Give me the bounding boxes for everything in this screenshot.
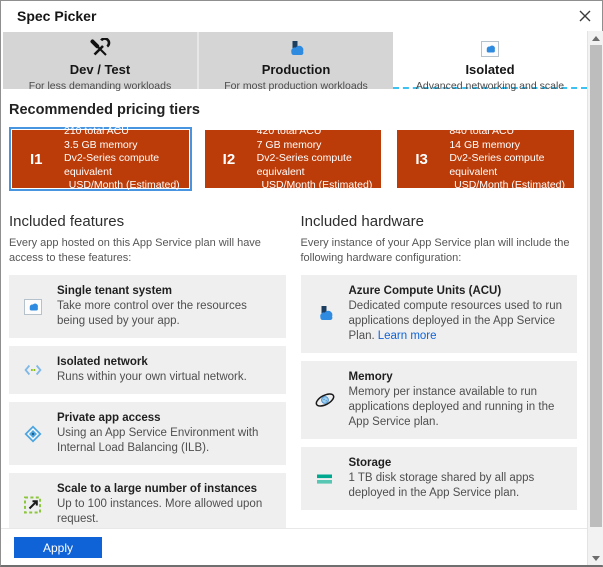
pricing-tiers-heading: Recommended pricing tiers [9, 102, 200, 118]
hardware-intro: Every instance of your App Service plan … [300, 237, 570, 264]
feature-single-tenant: Single tenant system Take more control o… [9, 275, 286, 338]
tier-card-i2[interactable]: I2 420 total ACU 7 GB memory Dv2-Series … [202, 125, 385, 192]
memory-icon [301, 390, 349, 410]
dialog-body: Recommended pricing tiers I1 210 total A… [1, 89, 587, 528]
hardware-storage: Storage 1 TB disk storage shared by all … [300, 447, 577, 510]
hardware-acu: Azure Compute Units (ACU) Dedicated comp… [300, 275, 577, 353]
spec-picker-dialog: Spec Picker Dev / Test For less demandin… [0, 0, 603, 567]
learn-more-link[interactable]: Learn more [378, 330, 437, 342]
acu-icon [301, 304, 349, 324]
hardware-description: 1 TB disk storage shared by all apps dep… [348, 472, 535, 499]
feature-title: Single tenant system [57, 285, 173, 297]
apply-button[interactable]: Apply [14, 537, 102, 558]
hardware-title: Storage [348, 457, 392, 469]
hardware-description: Memory per instance available to run app… [348, 386, 555, 428]
scroll-up-arrow-icon[interactable] [588, 31, 603, 45]
tier-compute: Dv2-Series compute equivalent [449, 152, 545, 178]
tier-card-i3[interactable]: I3 840 total ACU 14 GB memory Dv2-Series… [394, 125, 577, 192]
tier-memory: 7 GB memory [256, 138, 322, 151]
hardware-title: Memory [348, 371, 393, 383]
tab-isolated[interactable]: Isolated Advanced networking and scale [393, 32, 587, 92]
scroll-down-arrow-icon[interactable] [588, 551, 603, 565]
tab-label: Production [261, 62, 331, 77]
included-hardware-section: Included hardware Every instance of your… [300, 213, 577, 528]
features-heading: Included features [9, 213, 125, 230]
feature-title: Scale to a large number of instances [57, 483, 258, 495]
tier-compute: Dv2-Series compute equivalent [256, 152, 352, 178]
scrollbar-track[interactable] [588, 45, 603, 551]
tier-acu: 840 total ACU [449, 125, 515, 138]
feature-title: Private app access [57, 412, 161, 424]
single-tenant-icon [9, 298, 57, 315]
features-intro: Every app hosted on this App Service pla… [9, 237, 261, 264]
close-button[interactable] [568, 1, 602, 31]
tier-price-note: USD/Month (Estimated) [454, 179, 566, 192]
tier-code: I1 [30, 150, 43, 168]
tier-card-i1[interactable]: I1 210 total ACU 3.5 GB memory Dv2-Serie… [9, 125, 192, 192]
isolated-network-icon [9, 361, 57, 379]
tab-label: Isolated [465, 62, 515, 77]
tier-code: I2 [222, 150, 236, 168]
isolated-cloud-icon [393, 39, 587, 59]
tier-price-note: USD/Month (Estimated) [261, 179, 373, 192]
dev-test-tools-icon [3, 38, 197, 59]
tier-price-note: USD/Month (Estimated) [68, 179, 180, 192]
production-cloud-icon [199, 39, 393, 59]
dialog-title: Spec Picker [17, 8, 97, 24]
feature-description: Using an App Service Environment with In… [57, 427, 259, 454]
feature-scale-instances: Scale to a large number of instances Up … [9, 473, 286, 528]
feature-title: Isolated network [57, 356, 148, 368]
plan-category-tabs: Dev / Test For less demanding workloads [3, 32, 587, 92]
scale-instances-icon [9, 495, 57, 515]
hardware-heading: Included hardware [300, 213, 424, 230]
included-features-section: Included features Every app hosted on th… [9, 213, 286, 528]
tab-production[interactable]: Production For most production workloads [197, 32, 393, 92]
feature-description: Runs within your own virtual network. [57, 371, 247, 383]
tier-memory: 3.5 GB memory [64, 138, 138, 151]
tier-acu: 420 total ACU [256, 125, 322, 138]
tier-compute: Dv2-Series compute equivalent [64, 152, 160, 178]
hardware-memory: Memory Memory per instance available to … [300, 361, 577, 439]
close-icon [579, 10, 591, 22]
feature-description: Take more control over the resources bei… [57, 300, 247, 327]
private-app-access-icon [9, 424, 57, 444]
dialog-footer: Apply [1, 528, 587, 565]
feature-private-app-access: Private app access Using an App Service … [9, 402, 286, 465]
tier-acu: 210 total ACU [64, 125, 129, 138]
scrollbar-thumb[interactable] [590, 45, 602, 527]
tier-memory: 14 GB memory [449, 138, 520, 151]
titlebar: Spec Picker [1, 1, 602, 31]
pricing-tier-list: I1 210 total ACU 3.5 GB memory Dv2-Serie… [9, 125, 577, 192]
vertical-scrollbar[interactable] [587, 31, 603, 565]
feature-description: Up to 100 instances. More allowed upon r… [57, 498, 263, 525]
storage-icon [301, 472, 349, 486]
tab-label: Dev / Test [69, 62, 131, 77]
tier-code: I3 [415, 150, 428, 168]
hardware-title: Azure Compute Units (ACU) [348, 285, 502, 297]
tab-dev-test[interactable]: Dev / Test For less demanding workloads [3, 32, 197, 92]
feature-isolated-network: Isolated network Runs within your own vi… [9, 346, 286, 394]
